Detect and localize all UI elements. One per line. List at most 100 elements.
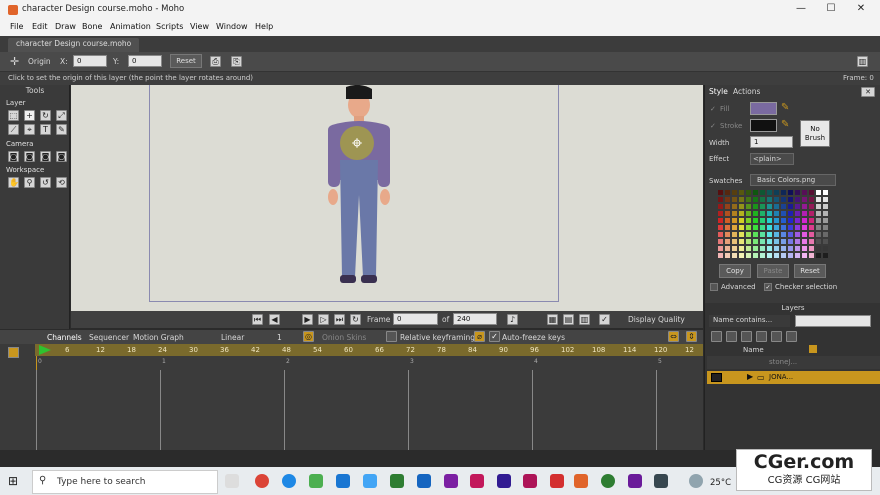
color-swatch[interactable] [801,231,808,238]
store-icon[interactable] [309,474,323,488]
color-swatch[interactable] [822,196,829,203]
color-swatch[interactable] [738,224,745,231]
color-swatch[interactable] [717,196,724,203]
color-swatch[interactable] [801,189,808,196]
color-swatch[interactable] [752,217,759,224]
color-swatch[interactable] [780,196,787,203]
color-swatch[interactable] [773,224,780,231]
color-swatch[interactable] [738,245,745,252]
color-swatch[interactable] [801,203,808,210]
view-layout-icon[interactable]: ▦ [547,314,558,325]
group-layer-icon[interactable] [771,331,782,342]
relative-keyframing-checkbox[interactable] [386,331,397,342]
color-swatch[interactable] [780,217,787,224]
menu-view[interactable]: View [190,22,209,31]
color-swatch[interactable] [773,238,780,245]
color-swatch[interactable] [717,203,724,210]
color-swatch[interactable] [815,203,822,210]
color-swatch[interactable] [815,238,822,245]
checker-selection-checkbox[interactable]: ✓ [764,283,772,291]
dreamweaver-icon[interactable] [390,474,404,488]
color-swatch[interactable] [738,196,745,203]
taskbar-search-box[interactable]: ⚲ Type here to search [32,470,218,494]
color-swatch[interactable] [752,252,759,259]
tab-channels[interactable]: Channels [47,333,82,342]
color-swatch[interactable] [773,203,780,210]
app3-icon[interactable] [550,474,564,488]
color-swatch[interactable] [815,245,822,252]
audio-icon[interactable]: ♪ [507,314,518,325]
step-forward-icon[interactable]: ▷ [318,314,329,325]
color-swatch[interactable] [752,203,759,210]
rotate-layer-icon[interactable]: ↻ [40,110,51,121]
end-frame-input[interactable]: 240 [453,313,497,325]
color-swatch[interactable] [801,224,808,231]
color-swatch[interactable] [745,203,752,210]
color-swatch[interactable] [787,238,794,245]
whatsapp-icon[interactable] [601,474,615,488]
document-tab[interactable]: character Design course.moho [8,38,140,52]
paste-button[interactable]: Paste [757,264,789,278]
color-swatch[interactable] [738,203,745,210]
loop-icon[interactable]: ↻ [350,314,361,325]
step-back-icon[interactable]: ◀ [269,314,280,325]
color-swatch[interactable] [731,217,738,224]
layer-row-selected[interactable]: ▶ ▭ JONA... [707,371,880,384]
select-shape-icon[interactable]: ⬚ [8,110,19,121]
color-swatch[interactable] [808,252,815,259]
menu-help[interactable]: Help [255,22,273,31]
color-swatch[interactable] [766,238,773,245]
playhead-marker[interactable] [35,344,55,356]
color-swatch[interactable] [738,210,745,217]
quad-view-icon[interactable]: ▥ [579,314,590,325]
color-swatch[interactable] [717,189,724,196]
color-swatch[interactable] [745,196,752,203]
scale-layer-icon[interactable]: ⤢ [56,110,67,121]
timeline-layer-icon[interactable] [8,347,19,358]
color-swatch[interactable] [724,245,731,252]
color-swatch[interactable] [794,189,801,196]
rotate-workspace-icon[interactable]: ↺ [40,177,51,188]
color-swatch[interactable] [752,238,759,245]
task-view-icon[interactable] [225,474,239,488]
color-swatch[interactable] [766,245,773,252]
frame-input[interactable]: 0 [393,313,438,325]
color-swatch[interactable] [794,196,801,203]
app5-icon[interactable] [654,474,668,488]
color-swatch[interactable] [808,203,815,210]
color-swatch[interactable] [752,231,759,238]
color-swatch[interactable] [745,245,752,252]
menu-bone[interactable]: Bone [82,22,102,31]
color-swatch[interactable] [794,203,801,210]
menu-animation[interactable]: Animation [110,22,151,31]
color-swatch[interactable] [822,238,829,245]
color-swatch[interactable] [759,203,766,210]
layer-row[interactable]: stoneJ... [707,356,880,369]
color-swatch[interactable] [731,238,738,245]
color-swatch[interactable] [766,196,773,203]
color-swatch[interactable] [745,252,752,259]
canvas-viewport[interactable] [71,85,703,311]
color-swatch[interactable] [759,231,766,238]
color-swatch[interactable] [794,224,801,231]
timeline-zoom-icon[interactable]: ⇔ [668,331,679,342]
color-swatch[interactable] [787,224,794,231]
mail-icon[interactable] [336,474,350,488]
color-swatch[interactable] [752,189,759,196]
color-swatch[interactable] [724,196,731,203]
camera-track-icon[interactable]: ◙ [8,151,19,162]
fill-brush-icon[interactable]: ✎ [781,102,789,113]
color-swatch[interactable] [724,238,731,245]
color-swatch[interactable] [759,252,766,259]
color-swatch[interactable] [815,189,822,196]
color-swatch[interactable] [787,196,794,203]
chrome-icon[interactable] [255,474,269,488]
duplicate-layer-icon[interactable] [726,331,737,342]
rewind-icon[interactable]: ⏮ [252,314,263,325]
set-origin-icon[interactable]: ⌖ [24,124,35,135]
copy-button[interactable]: Copy [719,264,751,278]
color-swatch[interactable] [738,231,745,238]
camera-roll-icon[interactable]: ◙ [40,151,51,162]
color-swatch[interactable] [752,196,759,203]
color-swatch[interactable] [822,217,829,224]
